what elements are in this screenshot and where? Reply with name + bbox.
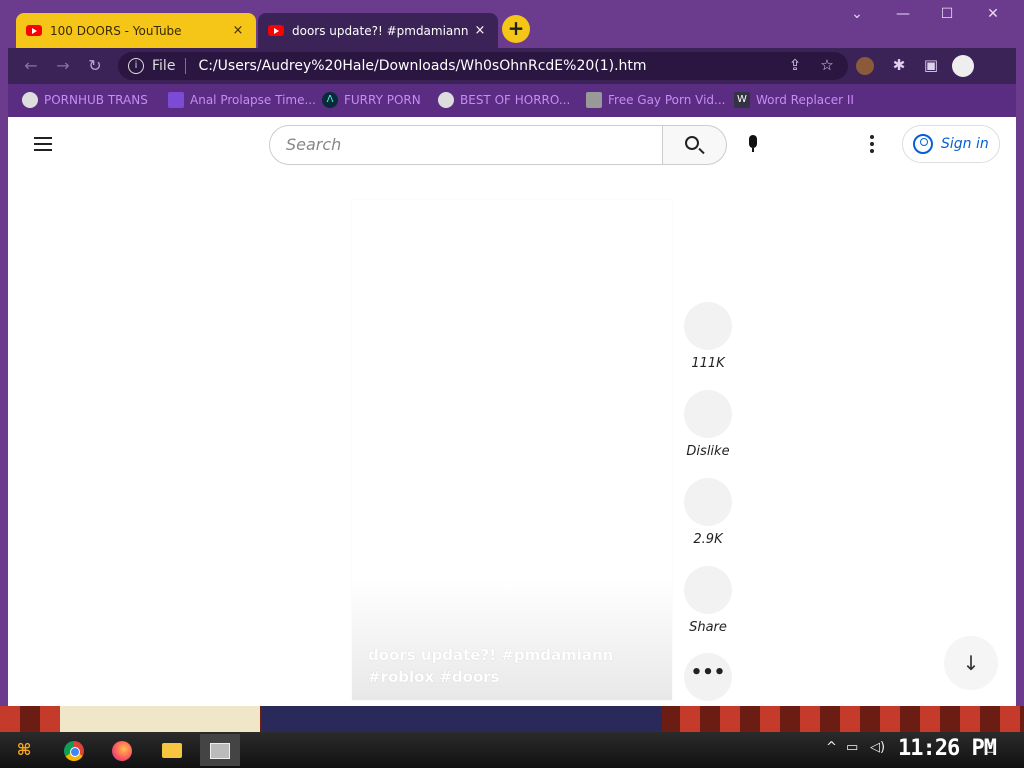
bookmark-label: FURRY PORN xyxy=(344,93,421,107)
like-button[interactable]: 111K xyxy=(684,302,732,371)
firefox-icon xyxy=(112,740,132,761)
bookmark-label: Word Replacer II xyxy=(756,93,854,107)
bookmark-item[interactable]: PORNHUB TRANS xyxy=(22,92,148,108)
short-video-player[interactable]: doors update?! #pmdamiann #roblox #doors xyxy=(352,200,672,700)
lambda-icon: Λ xyxy=(322,92,338,108)
back-icon[interactable]: ← xyxy=(20,56,42,75)
search-icon xyxy=(685,136,699,150)
browser-window: 100 DOORS - YouTube × doors update?! #pm… xyxy=(0,0,1024,706)
comments-count: 2.9K xyxy=(693,532,723,547)
tab-100-doors[interactable]: 100 DOORS - YouTube × xyxy=(16,13,256,48)
globe-icon xyxy=(438,92,454,108)
network-icon[interactable]: ▭ xyxy=(846,740,858,755)
comments-button[interactable]: 2.9K xyxy=(684,478,732,547)
info-icon[interactable]: i xyxy=(128,58,144,74)
globe-icon xyxy=(22,92,38,108)
tab-strip: 100 DOORS - YouTube × doors update?! #pm… xyxy=(8,0,1016,48)
wallpaper-art xyxy=(262,706,662,732)
bookmark-star-icon[interactable]: ☆ xyxy=(816,56,838,74)
youtube-icon xyxy=(26,25,42,36)
side-panel-icon[interactable]: ▣ xyxy=(920,56,942,74)
folder-icon xyxy=(162,743,182,758)
close-tab-icon[interactable]: × xyxy=(472,23,488,38)
account-icon xyxy=(913,134,933,154)
bookmark-item[interactable]: Anal Prolapse Time... xyxy=(168,92,316,108)
share-label: Share xyxy=(689,620,727,635)
bookmark-label: Anal Prolapse Time... xyxy=(190,93,316,107)
bookmark-label: Free Gay Porn Vid... xyxy=(608,93,726,107)
microphone-icon[interactable] xyxy=(748,135,758,155)
sign-in-button[interactable]: Sign in xyxy=(902,125,1000,163)
chrome-icon xyxy=(64,740,84,761)
volume-icon[interactable]: ◁) xyxy=(870,740,885,755)
maximize-icon[interactable]: ☐ xyxy=(932,6,962,22)
firefox-taskbar-button[interactable] xyxy=(102,734,142,766)
bookmark-item[interactable]: Λ FURRY PORN xyxy=(322,92,421,108)
bookmark-icon xyxy=(168,92,184,108)
comments-icon[interactable] xyxy=(684,478,732,526)
taskbar: ⌘ ^ ▭ ◁) 11:26 PM ▢ xyxy=(0,732,1024,768)
dislike-button[interactable]: Dislike xyxy=(684,390,732,459)
share-button[interactable]: Share xyxy=(684,566,732,635)
minimize-icon[interactable]: — xyxy=(888,6,918,22)
site-icon xyxy=(586,92,602,108)
more-actions-button[interactable]: ••• xyxy=(684,653,732,701)
url-text[interactable]: C:/Users/Audrey%20Hale/Downloads/Wh0sOhn… xyxy=(198,58,646,74)
more-options-icon[interactable] xyxy=(870,135,876,156)
search-button[interactable] xyxy=(663,125,727,165)
chrome-taskbar-button[interactable] xyxy=(54,734,94,766)
extension-avatar-icon[interactable] xyxy=(856,57,874,75)
like-count: 111K xyxy=(691,356,725,371)
close-tab-icon[interactable]: × xyxy=(230,23,246,38)
bookmark-item[interactable]: W Word Replacer II xyxy=(734,92,854,108)
address-bar[interactable]: i File C:/Users/Audrey%20Hale/Downloads/… xyxy=(118,52,848,80)
desktop-wallpaper xyxy=(0,706,1024,732)
dislike-icon[interactable] xyxy=(684,390,732,438)
extensions-icon[interactable]: ✱ xyxy=(888,56,910,74)
sign-in-label: Sign in xyxy=(941,136,989,152)
start-button[interactable]: ⌘ xyxy=(4,734,44,766)
bookmark-item[interactable]: BEST OF HORRO... xyxy=(438,92,570,108)
new-tab-button[interactable]: + xyxy=(502,15,530,43)
youtube-page: Search Sign in doors update?! #pmdamiann… xyxy=(8,117,1016,701)
tab-search-icon[interactable]: ⌄ xyxy=(842,6,872,22)
video-caption[interactable]: doors update?! #pmdamiann #roblox #doors xyxy=(368,644,648,688)
scheme-label: File xyxy=(152,58,176,74)
wallpaper-art xyxy=(60,706,260,732)
tab-title: doors update?! #pmdamiann # xyxy=(292,23,472,38)
like-icon[interactable] xyxy=(684,302,732,350)
bookmark-item[interactable]: Free Gay Porn Vid... xyxy=(586,92,725,108)
taskbar-clock[interactable]: 11:26 PM xyxy=(898,736,997,761)
file-explorer-button[interactable] xyxy=(152,734,192,766)
bookmark-label: PORNHUB TRANS xyxy=(44,93,148,107)
next-video-button[interactable]: ↓ xyxy=(944,636,998,690)
close-window-icon[interactable]: ✕ xyxy=(978,6,1008,22)
app-taskbar-button[interactable] xyxy=(200,734,240,766)
reload-icon[interactable]: ↻ xyxy=(84,56,106,75)
dislike-label: Dislike xyxy=(686,444,730,459)
profile-avatar[interactable] xyxy=(952,55,974,77)
tray-overflow-icon[interactable]: ^ xyxy=(826,740,837,755)
app-icon xyxy=(210,742,230,759)
divider xyxy=(185,58,187,74)
bookmark-label: BEST OF HORRO... xyxy=(460,93,571,107)
wr-icon: W xyxy=(734,92,750,108)
browser-toolbar: ← → ↻ i File C:/Users/Audrey%20Hale/Down… xyxy=(8,48,1016,84)
tab-title: 100 DOORS - YouTube xyxy=(50,23,182,38)
menu-icon[interactable] xyxy=(34,137,52,155)
notifications-icon[interactable]: ▢ xyxy=(984,740,996,755)
search-input[interactable]: Search xyxy=(269,125,663,165)
bookmarks-bar: PORNHUB TRANS Anal Prolapse Time... Λ FUR… xyxy=(8,84,1016,117)
forward-icon[interactable]: → xyxy=(52,56,74,75)
tab-doors-update[interactable]: doors update?! #pmdamiann # × xyxy=(258,13,498,48)
share-icon[interactable] xyxy=(684,566,732,614)
youtube-icon xyxy=(268,25,284,36)
share-icon[interactable]: ⇪ xyxy=(784,56,806,74)
